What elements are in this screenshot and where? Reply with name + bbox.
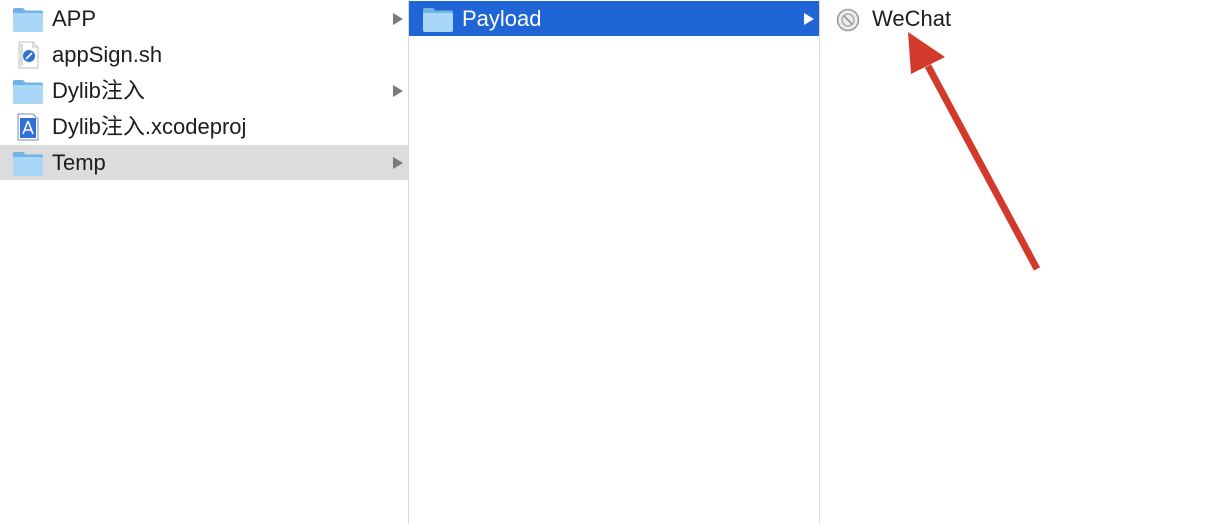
list-item-payload-folder[interactable]: Payload bbox=[409, 1, 819, 36]
item-label: appSign.sh bbox=[52, 42, 163, 67]
list-item-dylib-xcodeproj[interactable]: Dylib注入.xcodeproj bbox=[0, 109, 408, 144]
finder-column-1[interactable]: APP appSign.sh Dylib注入 Dylib注入.xcodeproj bbox=[0, 0, 408, 524]
finder-column-3[interactable]: WeChat bbox=[820, 0, 1226, 524]
list-item-dylib-folder[interactable]: Dylib注入 bbox=[0, 73, 408, 108]
item-label: Dylib注入 bbox=[52, 78, 145, 103]
chevron-right-icon[interactable] bbox=[393, 13, 403, 25]
list-item-temp-folder[interactable]: Temp bbox=[0, 145, 408, 180]
chevron-right-icon[interactable] bbox=[393, 85, 403, 97]
item-label: WeChat bbox=[872, 6, 952, 31]
chevron-right-icon[interactable] bbox=[804, 13, 814, 25]
chevron-right-icon[interactable] bbox=[393, 157, 403, 169]
folder-icon bbox=[13, 8, 43, 32]
folder-icon bbox=[423, 8, 453, 32]
list-item-wechat-app[interactable]: WeChat bbox=[820, 1, 1226, 36]
list-item-appsign-sh[interactable]: appSign.sh bbox=[0, 37, 408, 72]
shell-script-icon bbox=[18, 41, 39, 69]
unavailable-app-icon bbox=[836, 8, 860, 32]
xcode-project-icon bbox=[17, 113, 39, 141]
item-label: Temp bbox=[52, 150, 106, 175]
list-item-app-folder[interactable]: APP bbox=[0, 1, 408, 36]
item-label: Payload bbox=[462, 6, 542, 31]
finder-column-2[interactable]: Payload bbox=[409, 0, 819, 524]
item-label: Dylib注入.xcodeproj bbox=[52, 114, 247, 139]
folder-icon bbox=[13, 80, 43, 104]
item-label: APP bbox=[52, 6, 97, 31]
folder-icon bbox=[13, 152, 43, 176]
